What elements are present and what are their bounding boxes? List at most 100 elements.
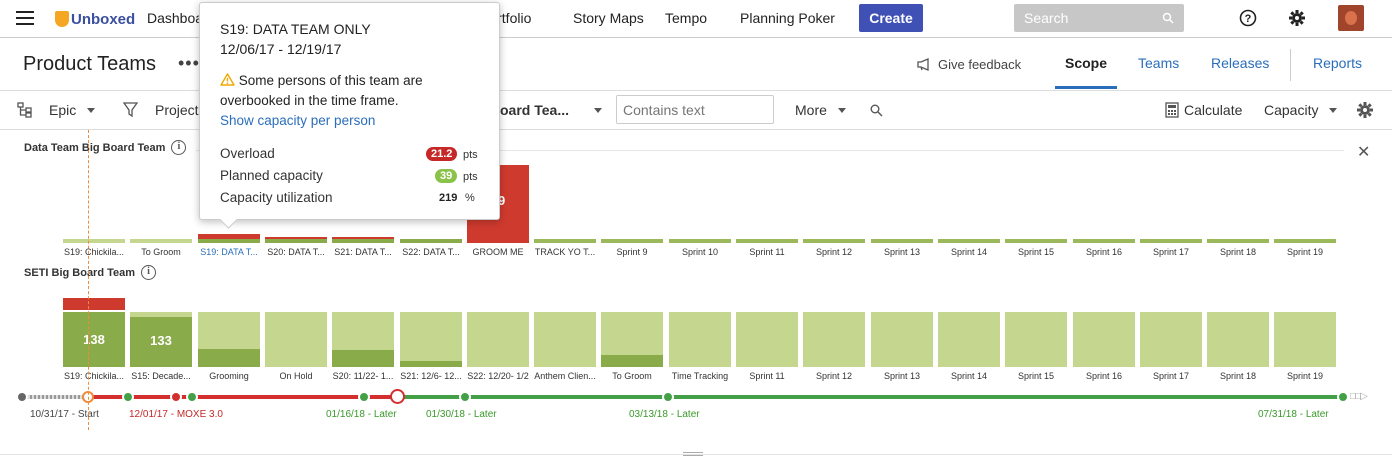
nav-planning-poker[interactable]: Planning Poker <box>740 10 835 26</box>
board-team-dropdown[interactable]: oard Tea... <box>500 102 602 118</box>
capacity-tile[interactable] <box>265 312 327 367</box>
overload-bar[interactable] <box>332 237 394 239</box>
capacity-bar[interactable] <box>130 239 192 243</box>
sprint-label: S21: 12/6- 12... <box>400 371 462 381</box>
project-filter[interactable]: Project <box>155 102 199 118</box>
overload-bar[interactable] <box>265 237 327 239</box>
capacity-tile[interactable] <box>803 312 865 367</box>
capacity-bar[interactable] <box>332 239 394 243</box>
capacity-bar[interactable] <box>198 239 260 243</box>
tab-releases[interactable]: Releases <box>1211 55 1269 71</box>
show-capacity-per-person-link[interactable]: Show capacity per person <box>220 113 479 128</box>
timeline-label: 01/16/18 - Later <box>326 409 397 420</box>
planned-fill-bar[interactable] <box>332 350 394 367</box>
close-icon[interactable]: ✕ <box>1357 142 1370 162</box>
timeline-node[interactable] <box>170 391 182 403</box>
capacity-bar[interactable] <box>669 239 731 243</box>
epic-dropdown[interactable]: Epic <box>49 102 96 118</box>
capacity-tile[interactable] <box>938 312 1000 367</box>
timeline-segment-green <box>398 395 1343 399</box>
planned-capacity-label: Planned capacity <box>220 168 323 183</box>
capacity-bar[interactable] <box>1274 239 1336 243</box>
tab-scope[interactable]: Scope <box>1065 55 1107 71</box>
tab-reports[interactable]: Reports <box>1313 55 1362 71</box>
help-icon[interactable]: ? <box>1239 9 1257 27</box>
timeline-node[interactable] <box>186 391 198 403</box>
planned-fill-bar[interactable] <box>400 361 462 367</box>
sprint-label: Sprint 19 <box>1286 371 1324 381</box>
sprint-label: S20: DATA T... <box>267 247 325 257</box>
project-label: Project <box>155 102 199 118</box>
capacity-tile[interactable] <box>400 312 462 367</box>
planned-fill-bar[interactable] <box>198 349 260 367</box>
capacity-bar[interactable] <box>736 239 798 243</box>
capacity-bar[interactable] <box>1073 239 1135 243</box>
menu-icon[interactable] <box>16 11 34 27</box>
sprint-label: S19: DATA T... <box>200 247 258 257</box>
info-icon[interactable]: i <box>171 140 187 155</box>
planned-fill-bar[interactable] <box>601 355 663 367</box>
capacity-bar[interactable] <box>400 239 462 243</box>
capacity-bar[interactable] <box>1207 239 1269 243</box>
sprint-capacity-tooltip: S19: DATA TEAM ONLY 12/06/17 - 12/19/17 … <box>199 2 500 220</box>
overload-bar[interactable] <box>198 234 260 239</box>
sprint-label: S22: 12/20- 1/2 <box>467 371 529 381</box>
capacity-tile[interactable] <box>534 312 596 367</box>
capacity-dropdown[interactable]: Capacity <box>1264 102 1338 118</box>
capacity-bar[interactable] <box>1140 239 1202 243</box>
timeline-node[interactable] <box>358 391 370 403</box>
sprint-label: Sprint 18 <box>1219 371 1257 381</box>
hierarchy-icon[interactable] <box>17 102 33 118</box>
capacity-bar[interactable] <box>63 239 125 243</box>
sprint-label: To Groom <box>612 371 652 381</box>
timeline-node[interactable] <box>662 391 674 403</box>
capacity-bar[interactable] <box>1005 239 1067 243</box>
create-button[interactable]: Create <box>859 4 923 32</box>
timeline-node[interactable] <box>16 391 28 403</box>
settings-gear-icon[interactable] <box>1356 101 1374 119</box>
timeline-node[interactable] <box>1337 391 1349 403</box>
capacity-tile[interactable] <box>1274 312 1336 367</box>
filter-icon[interactable] <box>123 102 138 118</box>
capacity-bar[interactable] <box>938 239 1000 243</box>
overload-label: Overload <box>220 146 275 161</box>
capacity-bar[interactable] <box>871 239 933 243</box>
capacity-tile[interactable] <box>871 312 933 367</box>
capacity-tile[interactable] <box>736 312 798 367</box>
capacity-tile[interactable] <box>1073 312 1135 367</box>
timeline-node[interactable] <box>390 389 405 404</box>
tooltip-title: S19: DATA TEAM ONLY <box>220 21 371 37</box>
capacity-tile[interactable] <box>467 312 529 367</box>
timeline-overflow-icon[interactable]: □□▷ <box>1350 391 1368 402</box>
resize-handle[interactable] <box>683 452 703 456</box>
capacity-bar[interactable] <box>534 239 596 243</box>
logo[interactable]: Unboxed <box>55 8 135 30</box>
search-icon[interactable] <box>870 104 883 117</box>
settings-gear-icon[interactable] <box>1288 9 1306 27</box>
timeline-node[interactable] <box>459 391 471 403</box>
contains-text-input[interactable] <box>616 95 774 124</box>
more-filters-dropdown[interactable]: More <box>795 102 846 118</box>
overload-bar[interactable] <box>63 298 125 310</box>
logo-mark-icon <box>55 11 69 27</box>
tab-teams[interactable]: Teams <box>1138 55 1179 71</box>
capacity-bar[interactable] <box>803 239 865 243</box>
capacity-tile[interactable] <box>1005 312 1067 367</box>
search-input[interactable]: Search <box>1014 4 1184 32</box>
info-icon[interactable]: i <box>141 265 157 280</box>
calculate-button[interactable]: Calculate <box>1165 102 1242 118</box>
capacity-tile[interactable] <box>1140 312 1202 367</box>
timeline-node[interactable] <box>122 391 134 403</box>
more-actions-button[interactable]: ••• <box>178 53 200 74</box>
page-title: Product Teams <box>23 53 157 75</box>
search-placeholder: Search <box>1024 10 1069 26</box>
nav-tempo[interactable]: Tempo <box>665 10 707 26</box>
capacity-bar[interactable] <box>265 239 327 243</box>
nav-story-maps[interactable]: Story Maps <box>573 10 644 26</box>
user-avatar[interactable] <box>1338 5 1364 31</box>
capacity-bar[interactable] <box>601 239 663 243</box>
logo-text: Unboxed <box>71 10 136 28</box>
capacity-tile[interactable] <box>1207 312 1269 367</box>
capacity-tile[interactable] <box>669 312 731 367</box>
give-feedback-link[interactable]: Give feedback <box>917 57 1021 72</box>
